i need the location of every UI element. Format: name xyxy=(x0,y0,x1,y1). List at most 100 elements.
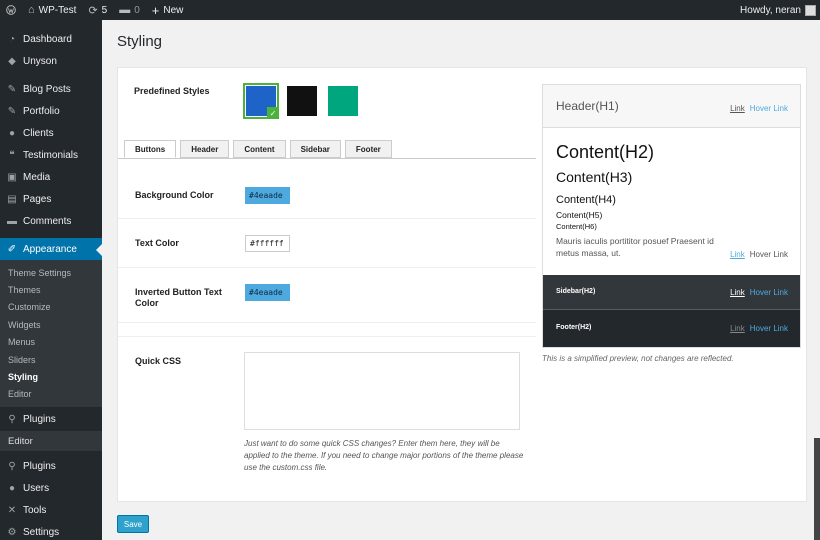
users-icon: ● xyxy=(8,482,16,494)
new-content-link[interactable]: + New xyxy=(146,0,190,20)
preview-link[interactable]: Link xyxy=(730,104,745,113)
preview-footer-links: Link Hover Link xyxy=(730,324,788,333)
tab-header[interactable]: Header xyxy=(180,140,230,158)
unyson-icon: ◆ xyxy=(8,55,16,67)
submenu-widgets[interactable]: Widgets xyxy=(0,316,102,333)
divider xyxy=(118,322,536,323)
media-icon: ▣ xyxy=(7,171,17,183)
sidebar-item-label: Tools xyxy=(23,504,47,516)
comment-bubble-icon: ▬ xyxy=(119,4,131,16)
sidebar-item-appearance[interactable]: ✐ Appearance xyxy=(0,238,102,260)
save-button[interactable]: Save xyxy=(117,515,149,533)
background-color-field[interactable]: #4eaade xyxy=(245,187,290,204)
updates-link[interactable]: ⟳ 5 xyxy=(82,0,113,20)
style-preview: Header(H1) Link Hover Link Content(H2) C… xyxy=(542,84,801,348)
divider xyxy=(118,336,536,337)
plugins-icon: ⚲ xyxy=(8,413,16,425)
tab-footer[interactable]: Footer xyxy=(344,140,392,158)
style-tabs: Buttons Header Content Sidebar Footer xyxy=(124,140,396,158)
comments-count: 0 xyxy=(134,4,140,16)
sidebar-item-unyson[interactable]: ◆ Unyson xyxy=(0,50,102,72)
current-arrow xyxy=(96,244,102,256)
quick-css-textarea[interactable] xyxy=(244,352,520,430)
preview-header-links: Link Hover Link xyxy=(730,104,788,113)
preview-sidebar: Sidebar(H2) Link Hover Link xyxy=(543,275,800,310)
dashboard-icon: ◔ xyxy=(8,33,16,45)
preview-hover-link[interactable]: Hover Link xyxy=(750,288,788,297)
submenu-editor[interactable]: Editor xyxy=(0,386,102,403)
quote-icon: ❝ xyxy=(9,149,15,161)
tab-content[interactable]: Content xyxy=(233,140,286,158)
sidebar-item-users[interactable]: ● Users xyxy=(0,477,102,499)
preview-link[interactable]: Link xyxy=(730,250,745,259)
inverted-text-color-field[interactable]: #4eaade xyxy=(245,284,290,301)
preview-hover-link[interactable]: Hover Link xyxy=(750,324,788,333)
plus-icon: + xyxy=(151,2,160,18)
submenu-themes[interactable]: Themes xyxy=(0,281,102,298)
predefined-styles-label: Predefined Styles xyxy=(134,86,210,96)
swatch-green[interactable] xyxy=(328,86,358,116)
appearance-icon: ✐ xyxy=(7,243,17,255)
settings-icon: ⚙ xyxy=(7,526,17,538)
submenu-customize[interactable]: Customize xyxy=(0,299,102,316)
sidebar-item-dashboard[interactable]: ◔ Dashboard xyxy=(0,28,102,50)
flyout-editor[interactable]: Editor xyxy=(0,431,102,452)
wordpress-logo-icon[interactable] xyxy=(0,0,22,20)
admin-bar: ⌂ WP-Test ⟳ 5 ▬ 0 + New Howdy, neran xyxy=(0,0,820,20)
tab-divider xyxy=(118,158,536,159)
swatch-black[interactable] xyxy=(287,86,317,116)
admin-sidebar: ◔ Dashboard ◆ Unyson ✎ Blog Posts ✎ Port… xyxy=(0,20,102,540)
sidebar-item-plugins[interactable]: ⚲ Plugins xyxy=(0,455,102,477)
site-name-link[interactable]: ⌂ WP-Test xyxy=(22,0,82,20)
sidebar-item-label: Plugins xyxy=(23,413,56,425)
account-menu[interactable]: Howdy, neran xyxy=(734,0,820,20)
sidebar-item-plugins-flyout[interactable]: ⚲ Plugins xyxy=(0,407,102,431)
appearance-submenu: Theme Settings Themes Customize Widgets … xyxy=(0,260,102,408)
sidebar-item-portfolio[interactable]: ✎ Portfolio xyxy=(0,100,102,122)
plugins-icon: ⚲ xyxy=(8,460,16,472)
tab-sidebar[interactable]: Sidebar xyxy=(289,140,341,158)
sidebar-item-label: Pages xyxy=(23,193,52,205)
avatar xyxy=(805,4,816,16)
swatch-blue[interactable]: ✓ xyxy=(243,83,279,119)
preview-hover-link[interactable]: Hover Link xyxy=(750,104,788,113)
text-color-label: Text Color xyxy=(135,238,179,248)
text-color-field[interactable]: #ffffff xyxy=(245,235,290,252)
scrollbar[interactable] xyxy=(814,438,820,540)
styling-panel: Predefined Styles ✓ Buttons Header Conte… xyxy=(117,67,807,502)
submenu-menus[interactable]: Menus xyxy=(0,334,102,351)
refresh-icon: ⟳ xyxy=(88,4,98,17)
preview-header: Header(H1) Link Hover Link xyxy=(543,85,800,128)
updates-count: 5 xyxy=(101,4,108,16)
preview-content-links: Link Hover Link xyxy=(730,250,788,259)
tab-buttons[interactable]: Buttons xyxy=(124,140,177,158)
submenu-styling[interactable]: Styling xyxy=(0,368,102,385)
sidebar-item-pages[interactable]: ▤ Pages xyxy=(0,188,102,210)
submenu-theme-settings[interactable]: Theme Settings xyxy=(0,264,102,281)
sidebar-item-comments[interactable]: ▬ Comments xyxy=(0,210,102,232)
tools-icon: ✕ xyxy=(7,504,17,516)
pages-icon: ▤ xyxy=(7,193,17,205)
site-name: WP-Test xyxy=(38,4,77,16)
preview-link[interactable]: Link xyxy=(730,324,745,333)
sidebar-item-label: Unyson xyxy=(23,55,57,67)
preview-h4: Content(H4) xyxy=(556,194,616,206)
sidebar-item-media[interactable]: ▣ Media xyxy=(0,166,102,188)
preview-link[interactable]: Link xyxy=(730,288,745,297)
submenu-sliders[interactable]: Sliders xyxy=(0,351,102,368)
sidebar-item-blog-posts[interactable]: ✎ Blog Posts xyxy=(0,78,102,100)
preview-h3: Content(H3) xyxy=(556,169,633,185)
clients-icon: ● xyxy=(8,127,16,139)
sidebar-item-label: Comments xyxy=(23,215,72,227)
sidebar-item-tools[interactable]: ✕ Tools xyxy=(0,499,102,521)
preview-content: Content(H2) Content(H3) Content(H4) Cont… xyxy=(543,128,800,275)
preview-footer-title: Footer(H2) xyxy=(556,324,592,331)
preview-hover-link[interactable]: Hover Link xyxy=(750,250,788,259)
sidebar-item-clients[interactable]: ● Clients xyxy=(0,122,102,144)
sidebar-item-label: Plugins xyxy=(23,460,56,472)
pin-icon: ✎ xyxy=(7,83,17,95)
comments-link[interactable]: ▬ 0 xyxy=(113,0,146,20)
sidebar-item-testimonials[interactable]: ❝ Testimonials xyxy=(0,144,102,166)
sidebar-item-settings[interactable]: ⚙ Settings xyxy=(0,521,102,540)
sidebar-item-label: Media xyxy=(23,171,51,183)
